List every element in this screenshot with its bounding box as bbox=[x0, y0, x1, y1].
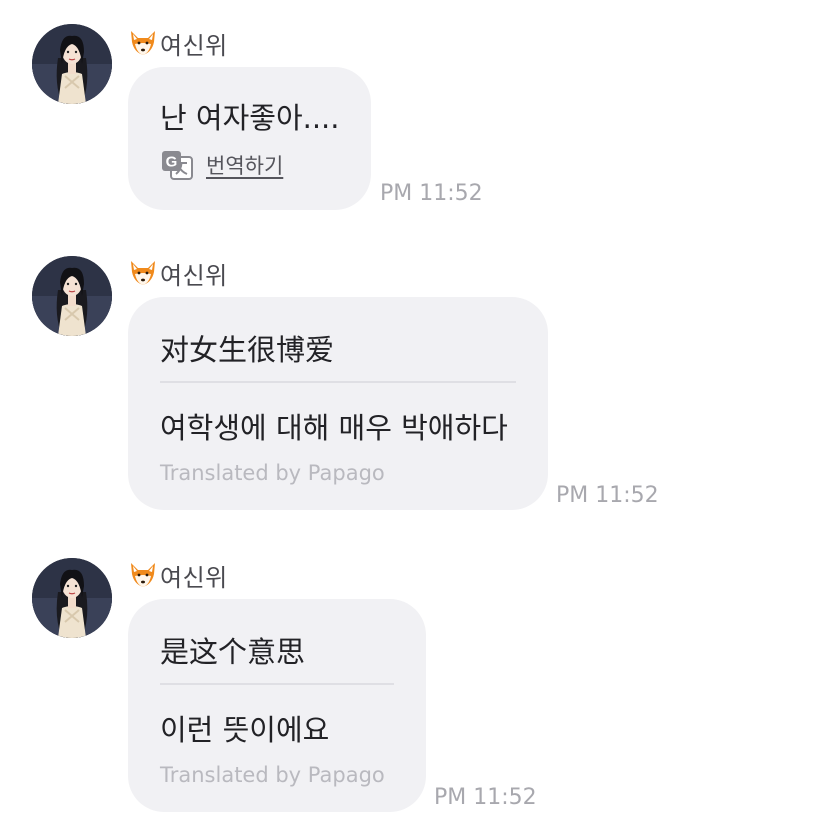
avatar[interactable] bbox=[32, 558, 112, 638]
fox-face-icon bbox=[128, 28, 158, 58]
avatar[interactable] bbox=[32, 24, 112, 104]
translate-link[interactable]: 번역하기 bbox=[206, 150, 283, 180]
message-time: PM 11:52 bbox=[434, 785, 537, 810]
chat-message: 여신위 난 여자좋아.... 번역하기 PM 11:52 bbox=[0, 0, 828, 230]
fox-face-icon bbox=[128, 258, 158, 288]
chat-message: 여신위 对女生很博爱 여학생에 대해 매우 박애하다 Translated by… bbox=[0, 230, 828, 530]
message-text: 是这个意思 bbox=[160, 635, 306, 669]
sender-row: 여신위 bbox=[128, 558, 228, 592]
sender-row: 여신위 bbox=[128, 26, 228, 60]
message-bubble[interactable]: 对女生很博爱 여학생에 대해 매우 박애하다 Translated by Pap… bbox=[128, 297, 548, 510]
sender-name: 여신위 bbox=[160, 563, 228, 592]
translate-icon bbox=[160, 148, 194, 182]
sender-name: 여신위 bbox=[160, 31, 228, 60]
message-text: 对女生很博爱 bbox=[160, 333, 335, 367]
avatar[interactable] bbox=[32, 256, 112, 336]
chat-message: 여신위 是这个意思 이런 뜻이에요 Translated by Papago P… bbox=[0, 530, 828, 831]
translated-text: 이런 뜻이에요 bbox=[160, 713, 330, 747]
message-bubble[interactable]: 난 여자좋아.... 번역하기 bbox=[128, 67, 371, 210]
translation-credit: Translated by Papago bbox=[160, 763, 385, 787]
divider bbox=[160, 683, 394, 685]
message-bubble[interactable]: 是这个意思 이런 뜻이에요 Translated by Papago bbox=[128, 599, 426, 812]
divider bbox=[160, 381, 516, 383]
message-time: PM 11:52 bbox=[556, 483, 659, 508]
message-time: PM 11:52 bbox=[380, 181, 483, 206]
translation-credit: Translated by Papago bbox=[160, 461, 385, 485]
fox-face-icon bbox=[128, 560, 158, 590]
message-text: 난 여자좋아.... bbox=[160, 101, 340, 135]
translated-text: 여학생에 대해 매우 박애하다 bbox=[160, 411, 508, 445]
sender-row: 여신위 bbox=[128, 256, 228, 290]
translate-button[interactable]: 번역하기 bbox=[160, 148, 283, 182]
sender-name: 여신위 bbox=[160, 261, 228, 290]
